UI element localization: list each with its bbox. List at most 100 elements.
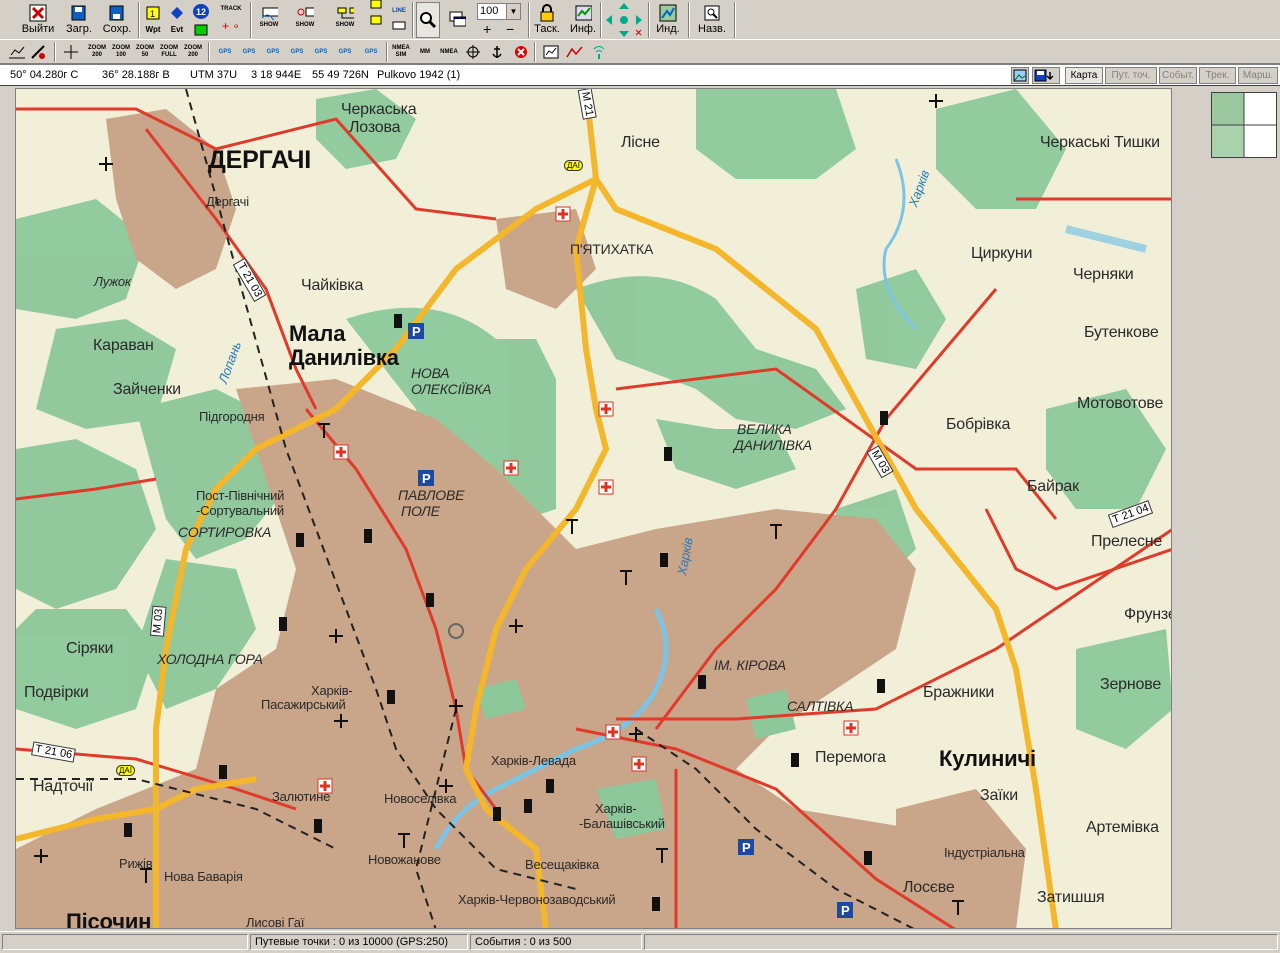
separator (534, 42, 536, 62)
label-novozhanove: Новожанове (368, 852, 441, 867)
zoom-out-icon[interactable]: − (506, 22, 514, 36)
gps-button-7[interactable]: GPS (360, 42, 382, 62)
zoom-select[interactable]: 100 ▼ (477, 3, 521, 20)
label-velyka-1: ВЕЛИКА (737, 421, 792, 437)
label-kh-levada: Харків-Левада (491, 753, 576, 768)
gps-button-2[interactable]: GPS (238, 42, 260, 62)
chart-icon[interactable] (6, 42, 28, 62)
index-button[interactable]: Инд. (652, 2, 684, 38)
magnifier-button[interactable] (416, 2, 440, 38)
info-map-icon (574, 4, 592, 22)
zoom-200-button[interactable]: ZOOM 200 (86, 42, 108, 62)
label-zaiky: Заїки (980, 787, 1018, 804)
latitude-readout: 50° 04.280г С (10, 69, 79, 81)
label-pidgorodnya: Підгородня (199, 409, 265, 424)
show1-label: SHOW (259, 22, 279, 28)
show-points-button[interactable]: SHOW (290, 2, 320, 38)
event-button[interactable]: Evt (166, 2, 188, 38)
save-map-button[interactable] (1032, 67, 1060, 84)
number-button[interactable]: 12 (190, 2, 212, 38)
show-track-button[interactable]: SHOW (254, 2, 284, 38)
secondary-toolbar: ZOOM 200 ZOOM 100 ZOOM 50 ZOOM FULL ZOOM… (0, 40, 1280, 64)
label-post-2: -Сортувальний (196, 503, 284, 518)
crosshair-icon[interactable] (462, 42, 484, 62)
label-industrialna: Індустріальна (944, 845, 1025, 860)
separator (54, 42, 56, 62)
label-dergachi-station: Дергачі (206, 194, 249, 209)
label-bayrak: Байрак (1027, 478, 1079, 495)
show3-label: SHOW (335, 22, 355, 28)
label-kh-pas-2: Пасажирський (261, 697, 346, 712)
label-novoselivka: Новоселівка (384, 791, 457, 806)
label-artemivka: Артемівка (1086, 819, 1159, 836)
longitude-readout: 36° 28.188г В (102, 69, 170, 81)
gps-button-1[interactable]: GPS (214, 42, 236, 62)
mm-button[interactable]: MM (414, 42, 436, 62)
label-chernyaky: Черняки (1073, 266, 1134, 283)
label-chaikivka: Чайківка (301, 277, 364, 294)
graph-box-icon[interactable] (540, 42, 562, 62)
zoom-in-icon[interactable]: + (483, 22, 491, 36)
label-sortyrovka: СОРТИРОВКА (178, 524, 272, 540)
pan-button[interactable] (602, 2, 646, 38)
save-button[interactable]: Сохр. (100, 2, 134, 38)
pan-arrows-icon (604, 2, 644, 38)
load-button[interactable]: Загр. (62, 2, 96, 38)
names-button[interactable]: Назв. (694, 2, 730, 38)
label-lisne: Лісне (621, 134, 660, 151)
exit-button[interactable]: Выйти (18, 2, 58, 38)
svg-text:1: 1 (150, 9, 155, 19)
zoom-value: 100 (480, 5, 499, 17)
tools-icon[interactable] (28, 42, 50, 62)
load-label: Загр. (66, 23, 92, 35)
label-tsyrkuny: Циркуни (971, 245, 1033, 262)
windows-button[interactable] (444, 2, 470, 38)
gps-button-3[interactable]: GPS (262, 42, 284, 62)
label-post-1: Пост-Північний (196, 488, 285, 503)
label-nova-2: ОЛЕКСІЇВКА (411, 381, 492, 397)
image-view-button[interactable] (1011, 67, 1029, 84)
map-canvas[interactable]: P P P P ДЕРГАЧІ Дергачі Черкаська Лозова Лі… (15, 88, 1172, 929)
gps-button-5[interactable]: GPS (310, 42, 332, 62)
anchor-icon[interactable] (486, 42, 508, 62)
zoom-200b-button[interactable]: ZOOM 200 (182, 42, 204, 62)
show-route-button[interactable]: SHOW (330, 2, 360, 38)
datum-readout: Pulkovo 1942 (1) (377, 69, 461, 81)
zoom-full-button[interactable]: ZOOM FULL (158, 42, 180, 62)
tab-events[interactable]: Событ. (1159, 67, 1197, 84)
lock-icon (538, 4, 556, 22)
nmea-button[interactable]: NMEA (438, 42, 460, 62)
chevron-down-icon[interactable]: ▼ (506, 4, 520, 19)
tab-tracks[interactable]: Трек. (1199, 67, 1236, 84)
scroll-icon[interactable] (60, 42, 82, 62)
task-button[interactable]: Таск. (530, 2, 564, 38)
number-badge-icon: 12 (193, 4, 209, 20)
overview-minimap[interactable] (1211, 92, 1277, 158)
stop-icon[interactable] (510, 42, 532, 62)
label-kh-chervono: Харків-Червонозаводський (458, 892, 616, 907)
profile-icon[interactable] (564, 42, 586, 62)
nmea-sim-button[interactable]: NMEA SIM (390, 42, 412, 62)
tab-routes[interactable]: Марш. (1238, 67, 1278, 84)
track-button[interactable]: TRACK + ∘ (216, 2, 246, 38)
label-nadtochii: Надточії (33, 778, 94, 795)
label-dergachi: ДЕРГАЧІ (208, 146, 312, 174)
names-search-icon (703, 4, 721, 22)
zoom-100-button[interactable]: ZOOM 100 (110, 42, 132, 62)
waypoint-button[interactable]: 1 Wpt (142, 2, 164, 38)
windows-icon (448, 10, 466, 28)
signal-icon[interactable] (588, 42, 610, 62)
gps-button-6[interactable]: GPS (334, 42, 356, 62)
zoom-50-button[interactable]: ZOOM 50 (134, 42, 156, 62)
tab-waypoints[interactable]: Пут. точ. (1105, 67, 1157, 84)
info-button[interactable]: Инф. (566, 2, 600, 38)
main-toolbar: Выйти Загр. Сохр. 1 Wpt Evt 12 TRACK + ∘… (0, 0, 1280, 40)
line-icon (390, 17, 408, 35)
minimap-tiles (1212, 93, 1276, 157)
line-button[interactable]: LINE (388, 2, 410, 38)
gps-button-4[interactable]: GPS (286, 42, 308, 62)
tab-map[interactable]: Карта (1065, 67, 1103, 84)
label-pavlove-2: ПОЛЕ (401, 503, 440, 519)
route-tools-button[interactable] (366, 0, 386, 38)
label-nova-1: НОВА (411, 365, 450, 381)
